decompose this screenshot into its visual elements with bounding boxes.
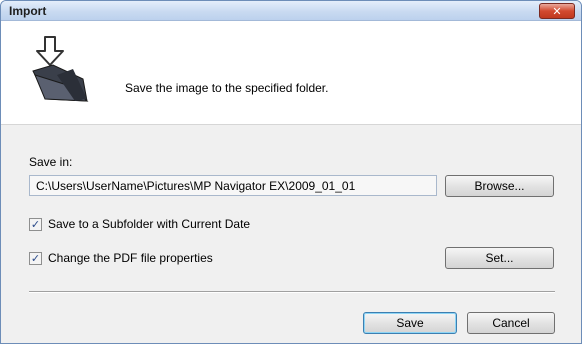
- subfolder-date-checkbox[interactable]: ✓: [29, 217, 42, 231]
- save-button-label: Save: [396, 316, 424, 330]
- subfolder-date-checkbox-row[interactable]: ✓ Save to a Subfolder with Current Date: [29, 217, 250, 231]
- pdf-properties-checkbox-row[interactable]: ✓ Change the PDF file properties: [29, 251, 213, 265]
- close-button[interactable]: ✕: [539, 3, 575, 19]
- pdf-properties-label: Change the PDF file properties: [48, 251, 213, 265]
- browse-button[interactable]: Browse...: [445, 175, 554, 197]
- subfolder-date-label: Save to a Subfolder with Current Date: [48, 217, 251, 231]
- save-in-label: Save in:: [29, 155, 73, 169]
- cancel-button[interactable]: Cancel: [467, 312, 555, 334]
- title-bar[interactable]: Import ✕: [1, 1, 581, 21]
- set-button[interactable]: Set...: [445, 247, 554, 269]
- close-x-icon: ✕: [552, 4, 562, 18]
- dialog-header: Save the image to the specified folder.: [1, 21, 581, 125]
- cancel-button-label: Cancel: [492, 316, 530, 330]
- pdf-properties-checkbox[interactable]: ✓: [29, 251, 42, 265]
- footer-separator: [29, 291, 555, 293]
- import-dialog: Import ✕ Save the image to the specified…: [0, 0, 582, 344]
- check-icon: ✓: [30, 217, 41, 231]
- save-path-field[interactable]: [29, 175, 437, 196]
- import-folder-arrow-icon: [32, 36, 89, 102]
- header-description: Save the image to the specified folder.: [125, 81, 329, 95]
- set-button-label: Set...: [485, 251, 514, 265]
- browse-button-label: Browse...: [474, 179, 525, 193]
- save-button[interactable]: Save: [363, 312, 457, 334]
- check-icon: ✓: [30, 251, 41, 265]
- dialog-title: Import: [9, 4, 47, 18]
